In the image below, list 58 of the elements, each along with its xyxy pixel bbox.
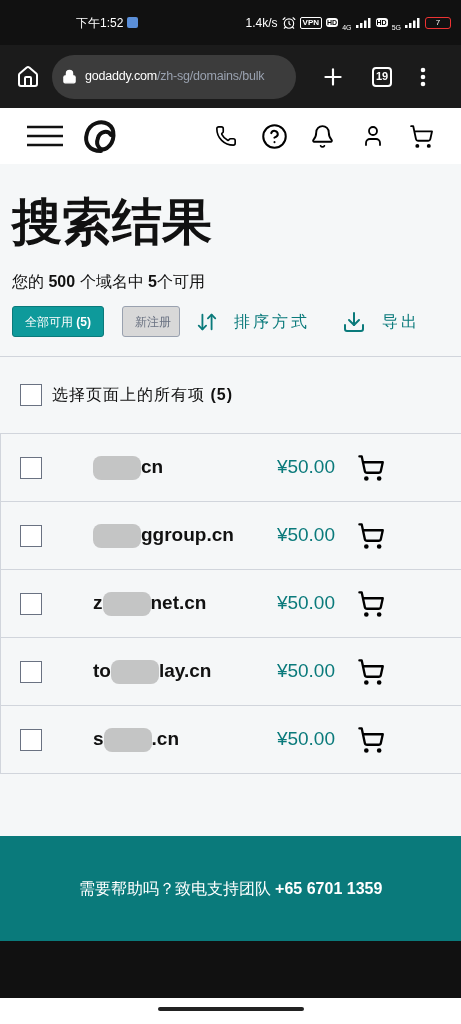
status-time: 下午1:52 — [76, 14, 124, 32]
sort-button[interactable]: 排序方式 — [234, 309, 310, 334]
vpn-badge: VPN — [299, 16, 323, 29]
checkbox[interactable] — [20, 592, 42, 615]
address-bar[interactable]: godaddy.com/zh-sg/domains/bulk — [52, 54, 296, 99]
checkbox[interactable] — [20, 728, 42, 751]
domain-name-start: z — [93, 591, 103, 616]
checkbox[interactable] — [20, 384, 42, 406]
add-to-cart-icon[interactable] — [357, 657, 385, 686]
checkbox[interactable] — [20, 660, 42, 683]
filter-button[interactable]: 新注册 — [122, 306, 180, 337]
add-to-cart-icon[interactable] — [357, 589, 385, 618]
price: ¥50.00 — [276, 727, 335, 752]
price: ¥50.00 — [276, 523, 335, 548]
gesture-handle[interactable] — [157, 1007, 304, 1011]
phone-icon[interactable] — [215, 125, 237, 147]
alarm-icon — [281, 15, 296, 30]
battery-indicator: 7 — [425, 16, 451, 29]
domain-name-start: to — [93, 659, 111, 684]
domain-name-end: lay.cn — [158, 659, 212, 684]
menu-icon[interactable] — [420, 66, 426, 87]
home-icon[interactable] — [16, 64, 40, 89]
domain-name-end: cn — [141, 455, 164, 480]
select-all-label[interactable]: 选择页面上的所有项 (5) — [52, 383, 233, 407]
help-icon[interactable] — [261, 122, 288, 150]
result-summary: 您的 500 个域名中 5个可用 — [12, 272, 206, 292]
domain-name-start: s — [93, 727, 104, 752]
checkbox[interactable] — [20, 456, 42, 479]
filter-button[interactable]: 全部可用 (5) — [12, 306, 104, 337]
add-to-cart-icon[interactable] — [357, 521, 385, 550]
add-to-cart-icon[interactable] — [357, 453, 385, 482]
cart-icon[interactable] — [409, 123, 434, 149]
redaction-blur — [93, 523, 141, 548]
redaction-blur — [110, 659, 159, 684]
redaction-blur — [102, 591, 151, 616]
price: ¥50.00 — [276, 659, 335, 684]
redaction-blur — [103, 727, 152, 752]
domain-name-end: .cn — [151, 727, 180, 752]
redaction-blur — [93, 455, 141, 480]
download-icon[interactable] — [342, 309, 366, 334]
tab-count[interactable]: 19 — [372, 66, 392, 87]
app-notification-icon — [127, 17, 139, 28]
signal-icon — [355, 17, 372, 28]
export-button[interactable]: 导出 — [382, 309, 420, 334]
price: ¥50.00 — [276, 455, 335, 480]
url-text: godaddy.com/zh-sg/domains/bulk — [85, 68, 265, 86]
price: ¥50.00 — [276, 591, 335, 616]
add-to-cart-icon[interactable] — [357, 725, 385, 754]
domain-name-end: ggroup.cn — [141, 523, 234, 548]
domain-name-end: net.cn — [150, 591, 207, 616]
network-speed: 1.4k/s — [245, 14, 278, 32]
hamburger-menu-icon[interactable] — [27, 125, 63, 147]
support-text: 需要帮助吗？致电支持团队 +65 6701 1359 — [78, 878, 383, 899]
page-title: 搜索结果 — [12, 193, 213, 252]
bell-icon[interactable] — [310, 123, 335, 149]
lock-icon — [62, 69, 77, 84]
checkbox[interactable] — [20, 524, 42, 547]
signal-icon — [405, 17, 421, 28]
